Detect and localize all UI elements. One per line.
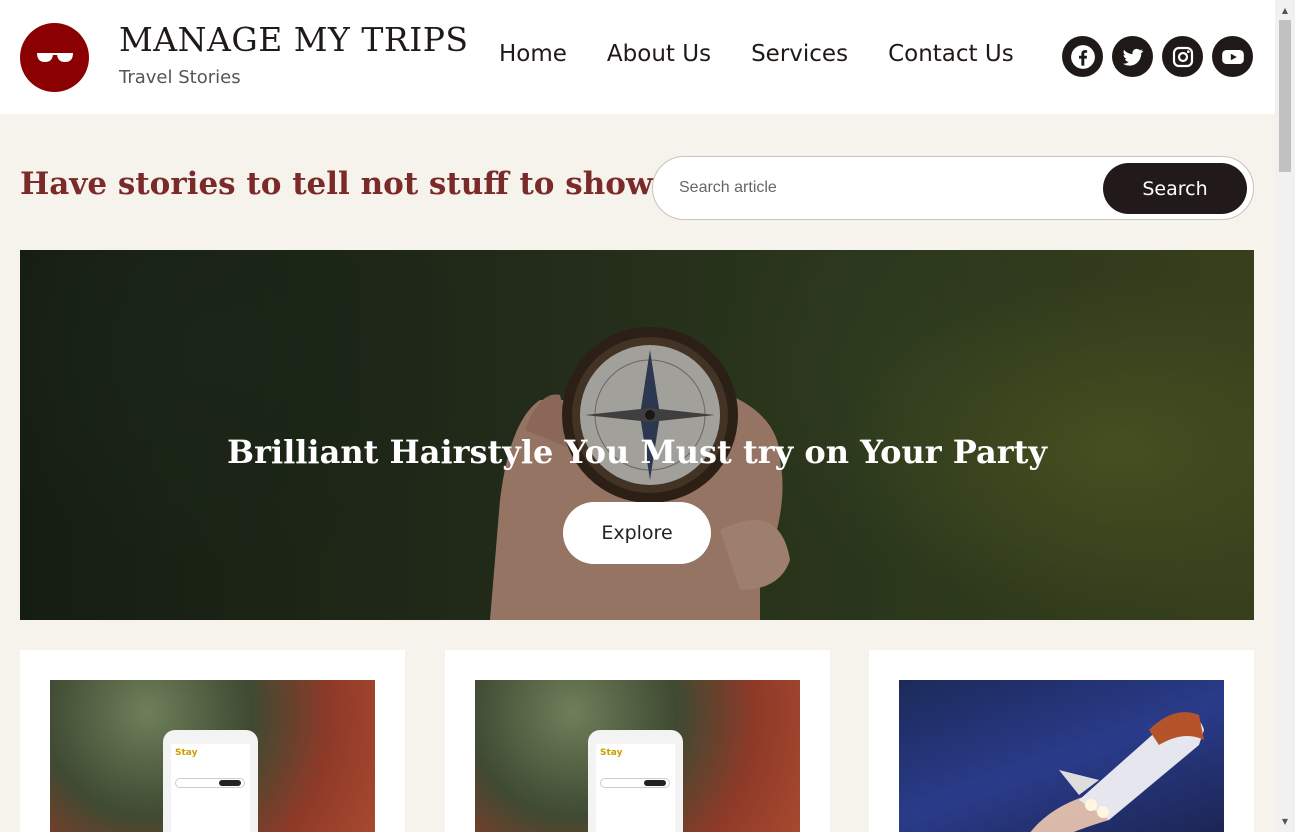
explore-button[interactable]: Explore bbox=[563, 502, 711, 564]
banner-title: Brilliant Hairstyle You Must try on Your… bbox=[227, 433, 1047, 471]
facebook-link[interactable] bbox=[1062, 36, 1103, 77]
phone-screen: Stay bbox=[596, 744, 675, 832]
search-input[interactable] bbox=[679, 171, 1079, 205]
search-form: Search bbox=[652, 156, 1254, 220]
scroll-down-arrow-icon[interactable]: ▼ bbox=[1275, 813, 1295, 830]
featured-banner: Brilliant Hairstyle You Must try on Your… bbox=[20, 250, 1254, 620]
nav-item-contact-us[interactable]: Contact Us bbox=[888, 41, 1014, 67]
nav-item-services[interactable]: Services bbox=[751, 41, 848, 67]
search-button[interactable]: Search bbox=[1103, 163, 1247, 214]
social-links bbox=[1062, 36, 1253, 77]
phone-search-bar bbox=[175, 778, 245, 788]
nav-item-about-us[interactable]: About Us bbox=[607, 41, 711, 67]
twitter-link[interactable] bbox=[1112, 36, 1153, 77]
youtube-link[interactable] bbox=[1212, 36, 1253, 77]
card-image-space-shuttle[interactable] bbox=[899, 680, 1224, 832]
hero-tagline: Have stories to tell not stuff to show bbox=[20, 166, 653, 202]
site-header: MANAGE MY TRIPS Travel Stories Home Abou… bbox=[0, 0, 1275, 114]
phone-app-logo: Stay bbox=[175, 748, 198, 758]
card-image-phone-app[interactable]: Stay bbox=[475, 680, 800, 832]
article-card[interactable]: Stay bbox=[445, 650, 830, 832]
phone-app-logo: Stay bbox=[600, 748, 623, 758]
page-scrollbar[interactable]: ▲ ▼ bbox=[1275, 0, 1295, 832]
phone-mockup: Stay bbox=[588, 730, 683, 832]
scrollbar-thumb[interactable] bbox=[1279, 20, 1291, 172]
nav-item-home[interactable]: Home bbox=[499, 41, 567, 67]
twitter-icon bbox=[1122, 48, 1143, 66]
facebook-icon bbox=[1070, 44, 1095, 69]
phone-mockup: Stay bbox=[163, 730, 258, 832]
sunglasses-icon bbox=[36, 52, 73, 62]
phone-screen: Stay bbox=[171, 744, 250, 832]
card-image-phone-app[interactable]: Stay bbox=[50, 680, 375, 832]
phone-search-button bbox=[644, 780, 666, 786]
site-logo[interactable] bbox=[20, 23, 89, 92]
phone-search-bar bbox=[600, 778, 670, 788]
main-nav: Home About Us Services Contact Us bbox=[499, 41, 1014, 67]
scroll-up-arrow-icon[interactable]: ▲ bbox=[1275, 2, 1295, 19]
site-title[interactable]: MANAGE MY TRIPS bbox=[119, 20, 469, 59]
instagram-link[interactable] bbox=[1162, 36, 1203, 77]
youtube-icon bbox=[1221, 49, 1244, 64]
article-card[interactable]: Stay bbox=[20, 650, 405, 832]
space-shuttle-icon bbox=[1030, 712, 1204, 832]
instagram-icon bbox=[1172, 46, 1193, 67]
phone-search-button bbox=[219, 780, 241, 786]
article-card[interactable] bbox=[869, 650, 1254, 832]
site-tagline: Travel Stories bbox=[119, 67, 241, 88]
